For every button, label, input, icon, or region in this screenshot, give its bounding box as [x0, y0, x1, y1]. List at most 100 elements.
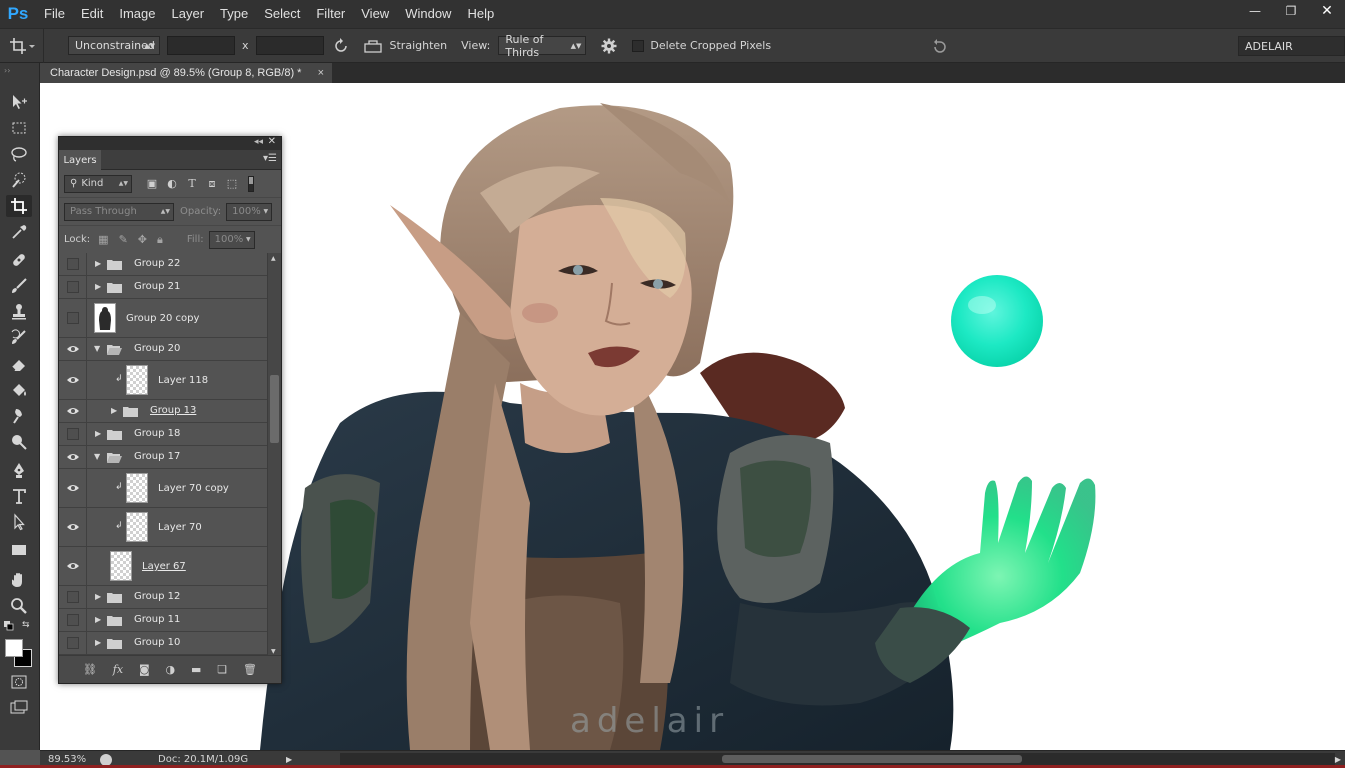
- lasso-tool-icon[interactable]: [6, 143, 32, 165]
- lock-image-icon[interactable]: ✎: [119, 233, 128, 246]
- dodge-tool-icon[interactable]: [6, 431, 32, 453]
- layer-row-group-11[interactable]: ▶ Group 11: [59, 609, 267, 632]
- default-colors-icon[interactable]: [4, 621, 14, 631]
- eye-icon[interactable]: [59, 469, 87, 507]
- scroll-up-arrow-icon[interactable]: ▲: [271, 255, 276, 262]
- expand-arrow-icon[interactable]: ▶: [95, 282, 101, 291]
- move-tool-icon[interactable]: [6, 91, 32, 113]
- panel-header[interactable]: ◂◂ ✕: [59, 136, 281, 150]
- layers-scrollbar[interactable]: ▲ ▼: [267, 253, 281, 657]
- paint-bucket-tool-icon[interactable]: [6, 379, 32, 401]
- menu-edit[interactable]: Edit: [73, 0, 111, 28]
- layer-row-group-22[interactable]: ▶ Group 22: [59, 253, 267, 276]
- visibility-toggle[interactable]: [59, 423, 87, 445]
- expand-arrow-icon[interactable]: ▶: [95, 638, 101, 647]
- filter-kind-select[interactable]: ⚲ Kind ▲▼: [64, 174, 132, 193]
- clone-stamp-tool-icon[interactable]: [6, 301, 32, 323]
- healing-brush-tool-icon[interactable]: [6, 249, 32, 271]
- layer-row-group-18[interactable]: ▶ Group 18: [59, 423, 267, 446]
- new-layer-icon[interactable]: ❏: [217, 663, 227, 676]
- visibility-toggle[interactable]: [59, 276, 87, 298]
- eye-icon[interactable]: [59, 508, 87, 546]
- layer-row-layer-70-copy[interactable]: ↲ Layer 70 copy: [59, 469, 267, 508]
- ratio-select[interactable]: Unconstrained ▲▼: [68, 36, 160, 55]
- layer-row-group-10[interactable]: ▶ Group 10: [59, 632, 267, 655]
- fill-input[interactable]: 100% ▼: [208, 230, 255, 249]
- document-tab[interactable]: Character Design.psd @ 89.5% (Group 8, R…: [40, 63, 332, 83]
- eye-icon[interactable]: [59, 446, 87, 468]
- add-mask-icon[interactable]: ◙: [139, 663, 150, 676]
- scroll-down-arrow-icon[interactable]: ▼: [271, 648, 276, 655]
- quick-selection-tool-icon[interactable]: [6, 169, 32, 191]
- scrollbar-thumb[interactable]: [270, 375, 279, 443]
- layer-row-group-20[interactable]: ▼ Group 20: [59, 338, 267, 361]
- visibility-toggle[interactable]: [59, 632, 87, 654]
- type-layer-filter-icon[interactable]: T: [182, 177, 202, 190]
- horizontal-scrollbar-thumb[interactable]: [722, 755, 1022, 763]
- eye-icon[interactable]: [59, 547, 87, 585]
- menu-file[interactable]: File: [36, 0, 73, 28]
- workspace-select[interactable]: ADELAIR: [1238, 36, 1345, 56]
- layer-row-layer-70[interactable]: ↲ Layer 70: [59, 508, 267, 547]
- tab-layers[interactable]: Layers: [59, 150, 101, 170]
- zoom-level[interactable]: 89.53%: [48, 754, 94, 765]
- expand-arrow-icon[interactable]: ▶: [95, 259, 101, 268]
- layer-row-group-17[interactable]: ▼ Group 17: [59, 446, 267, 469]
- lock-position-icon[interactable]: ✥: [138, 233, 147, 246]
- visibility-toggle[interactable]: [59, 586, 87, 608]
- layer-row-group-13[interactable]: ▶ Group 13: [59, 400, 267, 423]
- overlay-view-select[interactable]: Rule of Thirds ▲▼: [498, 33, 587, 59]
- expand-arrow-icon[interactable]: ▶: [95, 592, 101, 601]
- visibility-toggle[interactable]: [59, 299, 87, 337]
- lock-transparent-icon[interactable]: ▦: [98, 233, 108, 246]
- menu-image[interactable]: Image: [111, 0, 163, 28]
- panel-menu-icon[interactable]: ▾☰: [263, 153, 277, 164]
- link-layers-icon[interactable]: ⛓: [83, 663, 97, 676]
- expand-arrow-icon[interactable]: ▶: [111, 406, 117, 415]
- screen-mode-icon[interactable]: [6, 697, 32, 719]
- visibility-toggle[interactable]: [59, 253, 87, 275]
- menu-filter[interactable]: Filter: [308, 0, 353, 28]
- brush-tool-icon[interactable]: [6, 275, 32, 297]
- close-tab-icon[interactable]: ×: [318, 67, 324, 79]
- shape-layer-filter-icon[interactable]: ⧈: [202, 177, 222, 191]
- crop-width-input[interactable]: [167, 36, 235, 55]
- menu-type[interactable]: Type: [212, 0, 256, 28]
- opacity-input[interactable]: 100% ▼: [226, 202, 273, 221]
- crop-height-input[interactable]: [255, 36, 324, 55]
- reset-crop-icon[interactable]: [931, 38, 949, 57]
- menu-view[interactable]: View: [353, 0, 397, 28]
- close-panel-icon[interactable]: ✕: [268, 136, 276, 147]
- close-button[interactable]: ✕: [1309, 0, 1345, 22]
- filter-toggle-switch[interactable]: [248, 175, 254, 192]
- collapse-panel-icon[interactable]: ◂◂: [254, 137, 263, 147]
- layer-style-icon[interactable]: fx: [113, 663, 123, 676]
- quick-mask-icon[interactable]: [6, 671, 32, 693]
- menu-select[interactable]: Select: [256, 0, 308, 28]
- toolbar-grip[interactable]: ››: [4, 66, 10, 75]
- menu-help[interactable]: Help: [459, 0, 502, 28]
- marquee-tool-icon[interactable]: [6, 117, 32, 139]
- horizontal-scrollbar[interactable]: [340, 753, 1335, 765]
- expand-arrow-icon[interactable]: ▶: [95, 615, 101, 624]
- eraser-tool-icon[interactable]: [6, 353, 32, 375]
- expand-arrow-icon[interactable]: ▶: [95, 429, 101, 438]
- blend-mode-select[interactable]: Pass Through ▲▼: [64, 202, 174, 221]
- collapse-arrow-icon[interactable]: ▼: [94, 452, 100, 461]
- visibility-toggle[interactable]: [59, 609, 87, 631]
- crop-tool-preset-icon[interactable]: [0, 28, 44, 63]
- lock-all-icon[interactable]: 🔒︎: [157, 233, 163, 247]
- delete-layer-icon[interactable]: 🗑︎: [243, 663, 257, 676]
- pen-tool-icon[interactable]: [6, 459, 32, 481]
- smudge-tool-icon[interactable]: [6, 405, 32, 427]
- status-info-icon[interactable]: [100, 753, 112, 766]
- layer-row-layer-118[interactable]: ↲ Layer 118: [59, 361, 267, 400]
- smart-object-filter-icon[interactable]: ⬚: [222, 177, 242, 190]
- layer-row-group-12[interactable]: ▶ Group 12: [59, 586, 267, 609]
- menu-layer[interactable]: Layer: [164, 0, 213, 28]
- minimize-button[interactable]: —: [1237, 0, 1273, 22]
- status-menu-arrow-icon[interactable]: ▶: [286, 755, 292, 764]
- type-tool-icon[interactable]: [6, 485, 32, 507]
- swap-dimensions-icon[interactable]: [332, 37, 350, 54]
- zoom-tool-icon[interactable]: [6, 595, 32, 617]
